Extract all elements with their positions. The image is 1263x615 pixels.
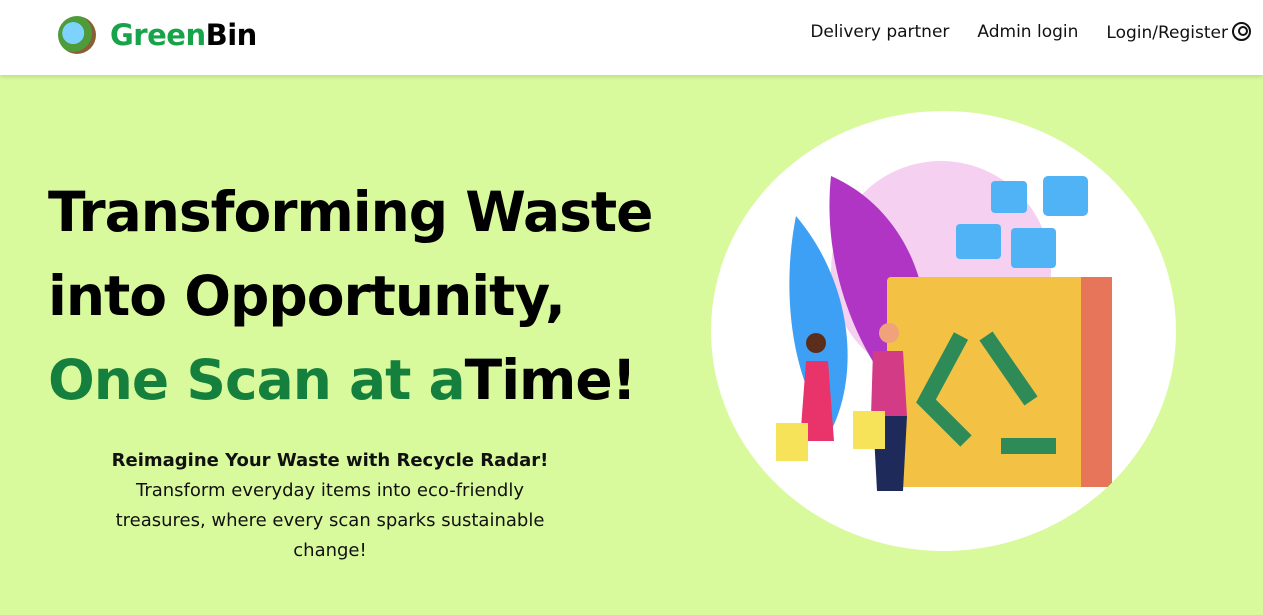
user-icon — [1232, 22, 1251, 41]
shopping-bag-icon — [776, 423, 808, 461]
hero-description: Reimagine Your Waste with Recycle Radar!… — [100, 446, 560, 566]
login-register-link[interactable]: Login/Register — [1106, 22, 1251, 43]
hero-line-1: Transforming Waste — [48, 180, 653, 244]
admin-login-link[interactable]: Admin login — [977, 22, 1078, 43]
hero-heading: Transforming Waste into Opportunity, One… — [48, 170, 653, 422]
mail-icon — [991, 181, 1027, 213]
card-icon — [956, 224, 1001, 259]
navbar: GreenBin Delivery partner Admin login Lo… — [0, 0, 1263, 75]
box-icon — [887, 277, 1112, 487]
brand-green: Green — [110, 18, 206, 52]
woman-figure — [806, 333, 826, 353]
shopping-bag-icon — [853, 411, 885, 449]
hero-line-2: into Opportunity, — [48, 264, 566, 328]
hero-line-3-black: Time! — [464, 348, 637, 412]
login-register-label: Login/Register — [1106, 23, 1228, 43]
globe-logo-icon — [58, 16, 96, 54]
hero-body: Transform everyday items into eco-friend… — [115, 480, 545, 561]
hero-illustration — [711, 111, 1176, 551]
brand-black: Bin — [205, 18, 258, 52]
cart-icon — [1011, 228, 1056, 268]
hero-line-3-green: One Scan at a — [48, 348, 466, 412]
hero-subtitle: Reimagine Your Waste with Recycle Radar! — [111, 450, 549, 471]
delivery-partner-link[interactable]: Delivery partner — [810, 22, 949, 43]
logo[interactable]: GreenBin — [58, 16, 257, 54]
leaf-app-icon — [1043, 176, 1088, 216]
man-figure — [879, 323, 899, 343]
brand-name: GreenBin — [110, 18, 257, 52]
